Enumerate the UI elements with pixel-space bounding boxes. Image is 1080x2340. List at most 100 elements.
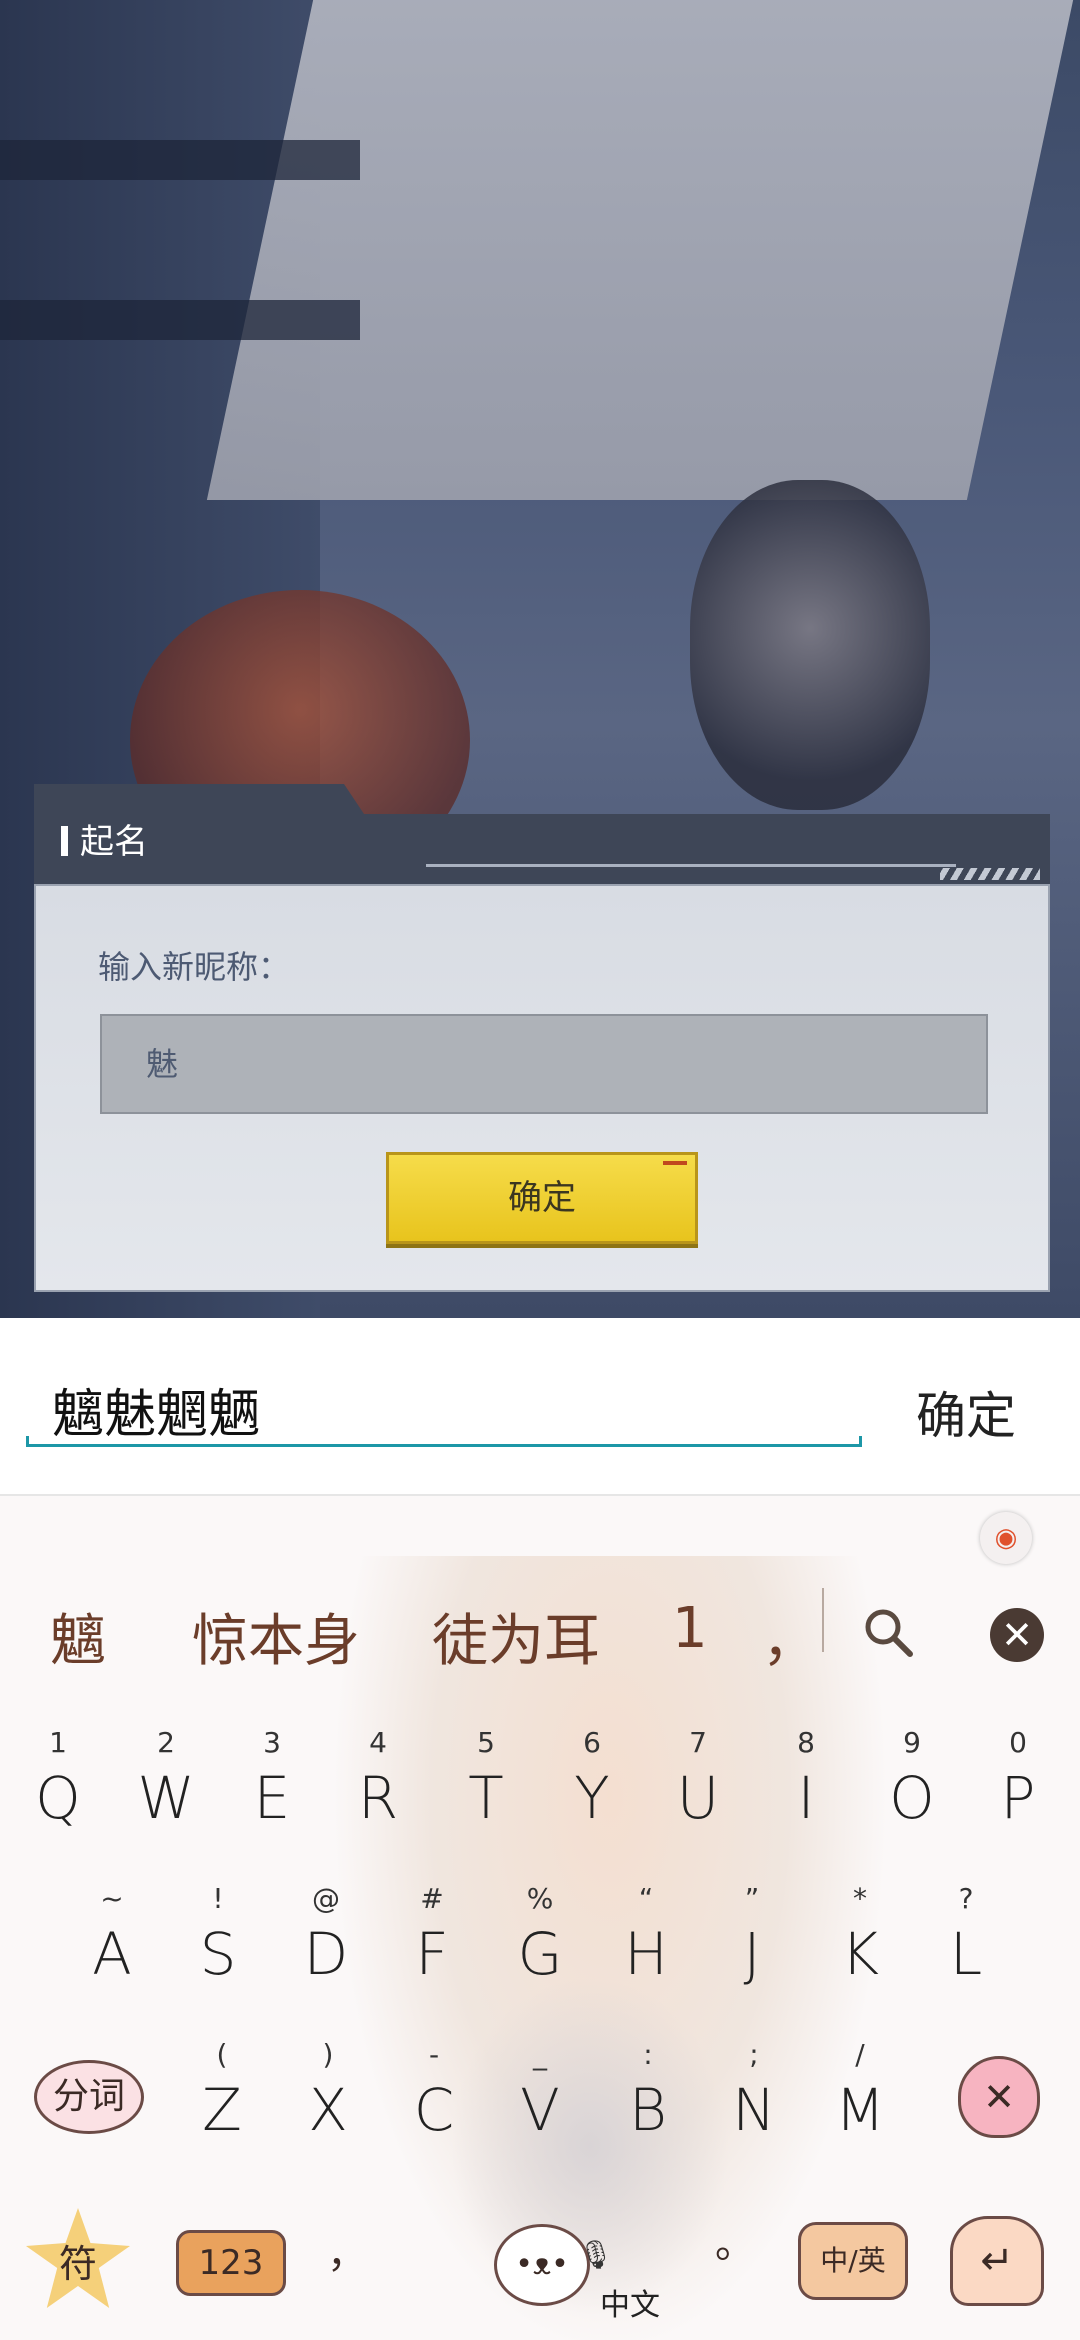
candidate-item[interactable]: 1 — [672, 1596, 708, 1661]
key-s[interactable]: ! S — [168, 1882, 268, 2002]
key-letter: J — [743, 1920, 761, 1988]
ime-confirm-button[interactable]: 确定 — [916, 1376, 1016, 1448]
key-hint: @ — [312, 1882, 340, 1915]
dialog-confirm-label: 确定 — [508, 1178, 576, 1218]
period-key[interactable]: 。 — [710, 2214, 760, 2274]
button-accent-mark — [663, 1161, 687, 1165]
key-hint: % — [526, 1882, 554, 1915]
game-background: 起名 输入新昵称： 魅 确定 — [0, 0, 1080, 1318]
dialog-title: 起名 — [80, 822, 148, 862]
key-hint: 2 — [157, 1726, 175, 1759]
key-letter: E — [253, 1764, 291, 1832]
key-f[interactable]: # F — [382, 1882, 482, 2002]
key-hint: 7 — [689, 1726, 707, 1759]
title-bar-marker — [61, 826, 68, 856]
key-c[interactable]: -C — [384, 2038, 484, 2158]
comma-key[interactable]: ， — [322, 2224, 372, 2284]
key-hint: ” — [744, 1882, 760, 1915]
key-letter: T — [468, 1764, 504, 1832]
key-letter: U — [676, 1764, 720, 1832]
key-letter: M — [834, 2076, 886, 2144]
key-hint: 6 — [583, 1726, 601, 1759]
key-l[interactable]: ? L — [916, 1882, 1016, 2002]
skin-badge-icon[interactable]: ◉ — [980, 1512, 1032, 1564]
key-letter: O — [889, 1764, 935, 1832]
key-n[interactable]: ; N — [704, 2038, 804, 2158]
key-hint: ! — [212, 1882, 224, 1915]
key-letter: C — [413, 2076, 455, 2144]
key-hint: ~ — [100, 1882, 124, 1915]
key-letter: I — [797, 1764, 815, 1832]
dialog-confirm-button[interactable]: 确定 — [386, 1152, 698, 1244]
key-hint: ( — [216, 2038, 228, 2071]
key-j[interactable]: ” J — [702, 1882, 802, 2002]
nickname-prompt: 输入新昵称： — [98, 948, 291, 986]
bunny-face-icon: •ᴥ• — [515, 2247, 569, 2282]
segment-key[interactable]: 分词 — [34, 2060, 144, 2134]
key-m[interactable]: / M — [810, 2038, 910, 2158]
key-hint: 5 — [477, 1726, 495, 1759]
key-g[interactable]: % G — [490, 1882, 590, 2002]
key-letter: H — [624, 1920, 668, 1988]
key-o[interactable]: 9O — [862, 1726, 962, 1846]
key-letter: S — [199, 1920, 237, 1988]
key-e[interactable]: 3E — [222, 1726, 322, 1846]
key-letter: D — [303, 1920, 349, 1988]
enter-icon[interactable]: ↵ — [950, 2216, 1044, 2306]
key-hint: 0 — [1009, 1726, 1027, 1759]
key-d[interactable]: @ D — [276, 1882, 376, 2002]
candidate-item[interactable]: 徒为耳 — [432, 1596, 600, 1677]
space-key-label: 中文 — [600, 2288, 660, 2323]
numbers-key[interactable]: 123 — [176, 2230, 286, 2296]
key-hint: 1 — [49, 1726, 67, 1759]
ime-composing-text[interactable]: 魑魅魍魉 — [52, 1372, 260, 1447]
key-y[interactable]: 6Y — [542, 1726, 642, 1846]
key-hint: 8 — [797, 1726, 815, 1759]
language-switch-key[interactable]: 中/英 — [798, 2222, 908, 2300]
nickname-input[interactable]: 魅 — [100, 1014, 988, 1114]
key-k[interactable]: * K — [810, 1882, 910, 2002]
character-glasses — [690, 480, 930, 810]
key-r[interactable]: 4R — [328, 1726, 428, 1846]
candidate-item[interactable]: 魑 — [50, 1596, 106, 1677]
symbols-key[interactable]: 符 — [26, 2208, 130, 2308]
key-x[interactable]: ) X — [278, 2038, 378, 2158]
key-hint: ; — [749, 2038, 759, 2071]
search-icon[interactable] — [860, 1604, 916, 1672]
key-hint: ? — [958, 1882, 974, 1915]
key-letter: N — [732, 2076, 776, 2144]
key-p[interactable]: 0P — [968, 1726, 1068, 1846]
key-hint: 4 — [369, 1726, 387, 1759]
key-letter: F — [415, 1920, 449, 1988]
candidate-item[interactable]: 惊本身 — [192, 1596, 360, 1677]
key-v[interactable]: _ V — [490, 2038, 590, 2158]
background-beam — [0, 300, 360, 340]
dialog-body: 输入新昵称： 魅 确定 — [34, 884, 1050, 1292]
key-letter: P — [1000, 1764, 1036, 1832]
key-hint: * — [853, 1882, 867, 1915]
key-letter: Q — [35, 1764, 81, 1832]
backspace-icon[interactable]: ✕ — [958, 2056, 1040, 2138]
key-hint: 3 — [263, 1726, 281, 1759]
space-key[interactable]: •ᴥ• — [494, 2224, 590, 2306]
key-i[interactable]: 8I — [756, 1726, 856, 1846]
key-t[interactable]: 5T — [436, 1726, 536, 1846]
close-circle-icon[interactable]: ✕ — [990, 1608, 1044, 1662]
key-letter: Y — [574, 1764, 610, 1832]
key-hint: “ — [638, 1882, 654, 1915]
key-b[interactable]: :B — [598, 2038, 698, 2158]
key-a[interactable]: ~ A — [62, 1882, 162, 2002]
key-hint: - — [428, 2038, 440, 2071]
key-w[interactable]: 2W — [116, 1726, 216, 1846]
key-letter: L — [949, 1920, 983, 1988]
key-hint: / — [855, 2038, 865, 2071]
key-hint: _ — [533, 2038, 547, 2071]
key-hint: 9 — [903, 1726, 921, 1759]
key-u[interactable]: 7U — [648, 1726, 748, 1846]
key-h[interactable]: “H — [596, 1882, 696, 2002]
candidate-item[interactable]: ， — [762, 1596, 818, 1677]
ime-text-underline — [26, 1436, 862, 1447]
key-z[interactable]: (Z — [172, 2038, 272, 2158]
key-q[interactable]: 1Q — [8, 1726, 108, 1846]
ime-input-bar: 魑魅魍魉 确定 — [0, 1318, 1080, 1496]
